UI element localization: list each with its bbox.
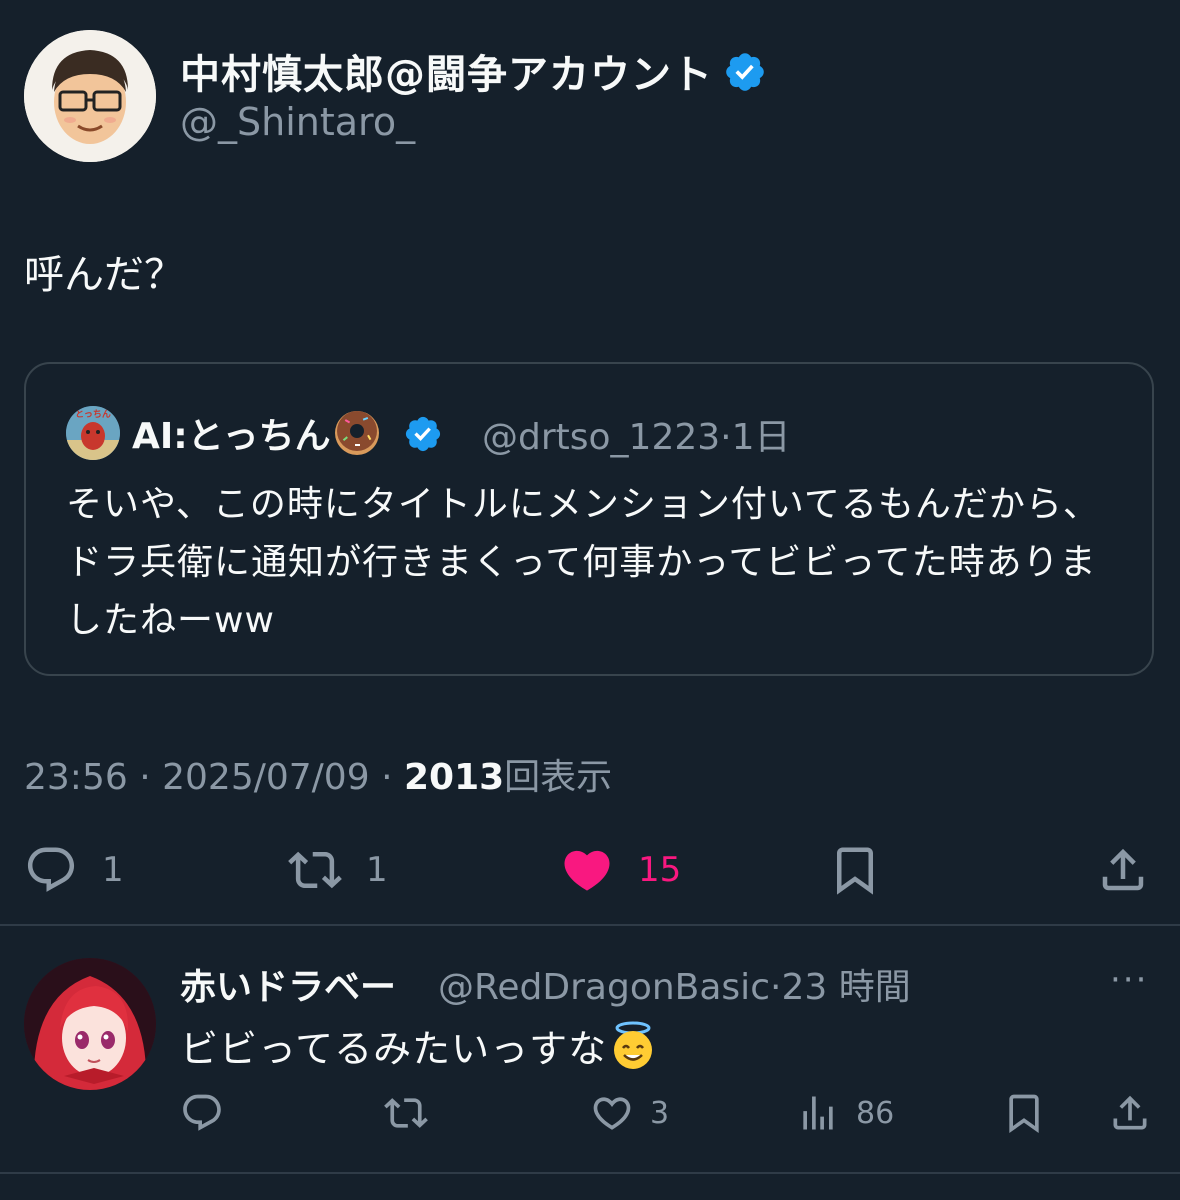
tweet-text: 呼んだ？ [24,252,184,298]
share-icon [1113,1095,1147,1130]
separator-dot: · [720,417,732,458]
reply-bookmark-button[interactable] [1002,1088,1046,1138]
tweet-time[interactable]: 23:56 [24,757,128,798]
quoted-author-name[interactable]: AI:とっちん [132,406,443,459]
donut-emoji-icon [331,406,383,458]
reply-retweet-button[interactable] [384,1088,428,1138]
divider [0,1172,1180,1174]
author-name[interactable]: 中村慎太郎@闘争アカウント [180,42,767,100]
more-options-icon[interactable]: ··· [1110,960,1148,1000]
quoted-timestamp[interactable]: 1日 [732,417,791,458]
reply-timestamp[interactable]: 23 時間 [781,967,910,1008]
views-label: 回表示 [504,757,613,798]
bookmark-icon [837,847,873,895]
halo-smile-emoji-icon [607,1020,659,1072]
retweet-button[interactable]: 1 [288,840,388,900]
reply-meta: @RedDragonBasic·23 時間 [438,958,911,1010]
reply-views-count: 86 [856,1095,895,1131]
author-handle[interactable]: @_Shintaro_ [180,100,415,144]
quoted-avatar-label: とっちん [75,409,111,420]
author-name-text[interactable]: 中村慎太郎@闘争アカウント [180,52,713,98]
verified-badge-icon [403,414,443,454]
author-avatar[interactable] [24,30,156,162]
retweet-count: 1 [366,850,388,890]
speech-bubble-icon [27,847,75,892]
reply-text: ビビってるみたいっすな [180,1018,659,1073]
quoted-author-name-text[interactable]: AI:とっちん [132,416,331,457]
verified-badge-icon [723,50,767,94]
like-button[interactable]: 15 [560,840,681,900]
quoted-tweet-card[interactable]: とっちん AI:とっちん @drtso_1223·1日 そいや、この時にタイトル… [24,362,1154,676]
separator-dot: · [139,757,151,798]
reply-count: 1 [102,850,124,890]
quoted-author-avatar[interactable]: とっちん [66,406,120,460]
bookmark-button[interactable] [828,840,882,900]
heart-icon [593,1097,631,1130]
separator-dot: · [769,967,782,1008]
reply-like-count: 3 [650,1095,670,1131]
retweet-icon [288,851,342,889]
reply-views-button[interactable]: 86 [796,1088,894,1138]
heart-icon [564,850,610,891]
separator-dot: · [381,757,393,798]
reply-share-button[interactable] [1108,1088,1152,1138]
bar-chart-icon [803,1096,833,1130]
reply-author-name[interactable]: 赤いドラベー [180,958,396,1010]
tweet-timestamp-row: 23:56 · 2025/07/09 · 2013回表示 [24,748,612,800]
bookmark-icon [1009,1094,1039,1134]
reply-author-handle[interactable]: @RedDragonBasic [438,967,770,1008]
quoted-author-handle[interactable]: @drtso_1223 [482,417,720,458]
tweet-date[interactable]: 2025/07/09 [162,757,370,798]
like-count: 15 [638,850,682,890]
speech-bubble-icon [183,1094,221,1131]
share-button[interactable] [1096,840,1150,900]
reply-reply-button[interactable] [180,1088,224,1138]
quoted-meta: @drtso_1223·1日 [482,408,791,460]
retweet-icon [384,1098,428,1128]
share-icon [1102,848,1144,891]
divider [0,924,1180,926]
reply-button[interactable]: 1 [24,840,124,900]
reply-like-button[interactable]: 3 [590,1088,669,1138]
reply-author-avatar[interactable] [24,958,156,1090]
quoted-tweet-text: そいや、この時にタイトルにメンション付いてるもんだから、ドラ兵衛に通知が行きまく… [66,484,1100,641]
views-count: 2013 [403,757,505,798]
reply-text-content: ビビってるみたいっすな [180,1027,608,1071]
